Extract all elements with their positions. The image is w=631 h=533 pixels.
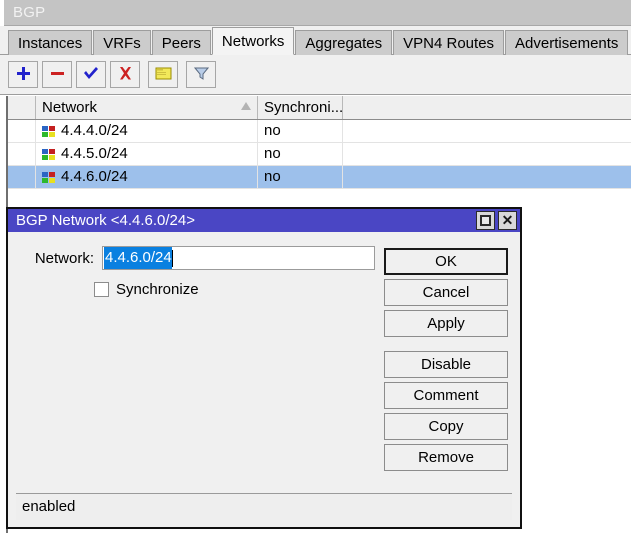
row-sync-cell: no <box>258 120 343 142</box>
column-header-flag[interactable] <box>8 96 36 119</box>
column-header-blank[interactable] <box>343 96 631 119</box>
tab-networks[interactable]: Networks <box>212 27 295 55</box>
enable-button[interactable] <box>76 61 106 88</box>
network-field-label: Network: <box>22 250 102 267</box>
network-field-row: Network: 4.4.6.0/24 <box>8 246 388 270</box>
network-input-value: 4.4.6.0/24 <box>104 246 172 270</box>
network-input[interactable]: 4.4.6.0/24 <box>102 246 375 270</box>
row-network-value: 4.4.5.0/24 <box>61 143 128 165</box>
comment-icon <box>155 66 172 84</box>
row-flag-cell <box>8 143 36 165</box>
plus-icon <box>16 66 31 84</box>
copy-button[interactable]: Copy <box>384 413 508 440</box>
tab-vpn4-routes[interactable]: VPN4 Routes <box>393 30 504 55</box>
row-flag-cell <box>8 166 36 188</box>
column-header-synchronize[interactable]: Synchroni... <box>258 96 343 119</box>
row-blank-cell <box>343 143 631 165</box>
bgp-window: BGP Instances VRFs Peers Networks Aggreg… <box>0 0 631 533</box>
text-caret <box>172 250 173 267</box>
table-header-row: Network Synchroni... <box>8 96 631 120</box>
filter-button[interactable] <box>186 61 216 88</box>
row-blank-cell <box>343 166 631 188</box>
row-blank-cell <box>343 120 631 142</box>
filter-icon <box>194 66 209 84</box>
bgp-network-dialog: BGP Network <4.4.6.0/24> ✕ Network: 4.4.… <box>6 207 522 529</box>
dialog-button-column: OK Cancel Apply Disable Comment Copy Rem… <box>384 248 508 475</box>
tab-peers[interactable]: Peers <box>152 30 211 55</box>
restore-icon <box>480 215 491 226</box>
tab-advertisements[interactable]: Advertisements <box>505 30 628 55</box>
row-network-cell: 4.4.5.0/24 <box>36 143 258 165</box>
sort-ascending-icon <box>241 102 251 110</box>
row-network-cell: 4.4.4.0/24 <box>36 120 258 142</box>
dialog-title: BGP Network <4.4.6.0/24> <box>16 212 473 229</box>
row-network-value: 4.4.4.0/24 <box>61 120 128 142</box>
table-row[interactable]: 4.4.5.0/24 no <box>8 143 631 166</box>
network-entry-icon <box>42 172 55 183</box>
tab-instances[interactable]: Instances <box>8 30 92 55</box>
close-button[interactable]: ✕ <box>498 211 517 230</box>
row-sync-cell: no <box>258 166 343 188</box>
dialog-titlebar[interactable]: BGP Network <4.4.6.0/24> ✕ <box>8 209 520 232</box>
column-header-network[interactable]: Network <box>36 96 258 119</box>
cancel-button[interactable]: Cancel <box>384 279 508 306</box>
dialog-body: Network: 4.4.6.0/24 Synchronize OK Cance… <box>8 232 520 527</box>
add-button[interactable] <box>8 61 38 88</box>
row-network-cell: 4.4.6.0/24 <box>36 166 258 188</box>
close-icon: ✕ <box>502 214 514 227</box>
window-titlebar: BGP <box>0 0 631 26</box>
row-sync-cell: no <box>258 143 343 165</box>
disable-button[interactable]: Disable <box>384 351 508 378</box>
row-flag-cell <box>8 120 36 142</box>
comment-button[interactable] <box>148 61 178 88</box>
apply-button[interactable]: Apply <box>384 310 508 337</box>
remove-button[interactable]: Remove <box>384 444 508 471</box>
dialog-form: Network: 4.4.6.0/24 Synchronize <box>8 232 388 298</box>
restore-button[interactable] <box>476 211 495 230</box>
synchronize-row[interactable]: Synchronize <box>8 281 388 298</box>
table-row[interactable]: 4.4.4.0/24 no <box>8 120 631 143</box>
remove-button[interactable] <box>42 61 72 88</box>
tab-vrfs[interactable]: VRFs <box>93 30 151 55</box>
network-entry-icon <box>42 126 55 137</box>
column-header-network-label: Network <box>42 99 97 116</box>
dialog-status-bar: enabled <box>16 493 512 520</box>
synchronize-label: Synchronize <box>116 281 199 298</box>
row-network-value: 4.4.6.0/24 <box>61 166 128 188</box>
synchronize-checkbox[interactable] <box>94 282 109 297</box>
tab-aggregates[interactable]: Aggregates <box>295 30 392 55</box>
window-title: BGP <box>4 4 45 21</box>
table-row-selected[interactable]: 4.4.6.0/24 no <box>8 166 631 189</box>
network-entry-icon <box>42 149 55 160</box>
ok-button[interactable]: OK <box>384 248 508 275</box>
disable-button[interactable] <box>110 61 140 88</box>
cross-icon <box>118 66 133 84</box>
check-icon <box>83 66 99 84</box>
tabstrip: Instances VRFs Peers Networks Aggregates… <box>0 26 631 55</box>
minus-icon <box>50 66 65 84</box>
toolbar <box>0 55 631 95</box>
comment-button[interactable]: Comment <box>384 382 508 409</box>
